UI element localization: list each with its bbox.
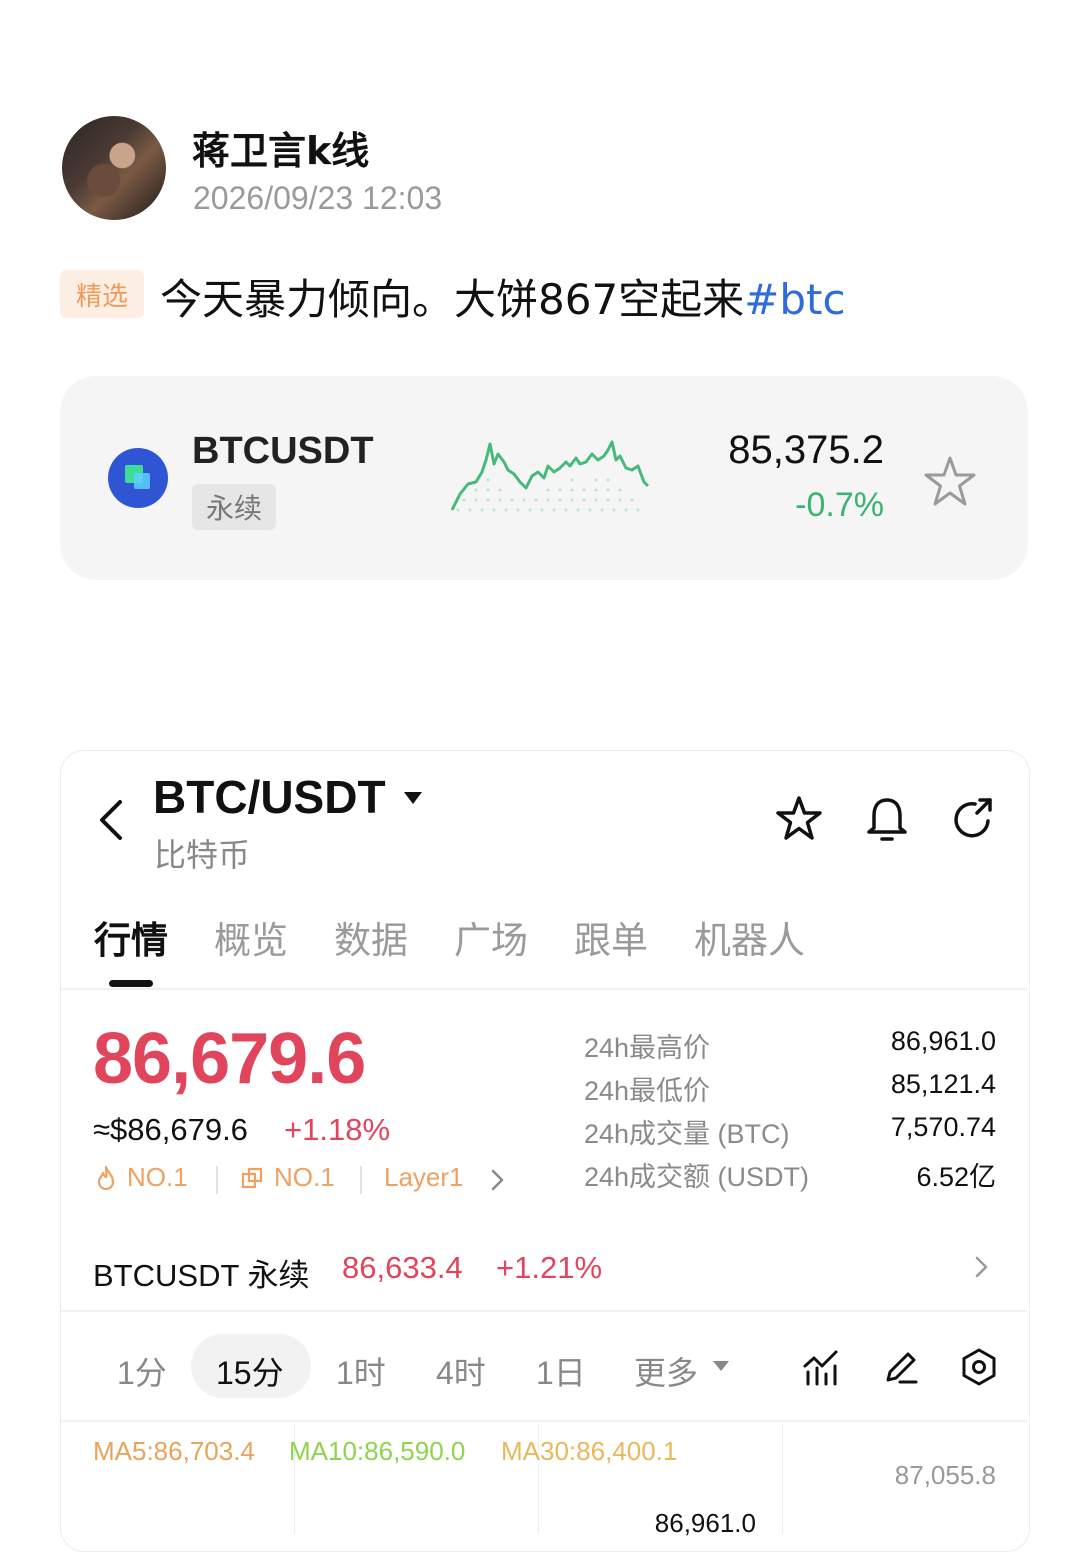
- divider: [61, 1420, 1027, 1422]
- hot-rank-label: NO.1: [127, 1162, 188, 1192]
- caret-down-icon[interactable]: [402, 790, 424, 806]
- ma30-legend: MA30:86,400.1: [501, 1436, 678, 1466]
- ticker-change: -0.7%: [795, 486, 884, 524]
- bell-icon[interactable]: [862, 794, 912, 844]
- divider: [61, 988, 1027, 990]
- post-text: 今天暴力倾向。大饼867空起来: [160, 275, 745, 324]
- ma10-legend: MA10:86,590.0: [289, 1436, 466, 1466]
- box-icon: [241, 1167, 263, 1188]
- favorite-star-icon[interactable]: [922, 454, 978, 510]
- stat-value-low: 85,121.4: [890, 1069, 996, 1099]
- post-timestamp: 2026/09/23 12:03: [193, 180, 443, 216]
- tab-data[interactable]: 数据: [334, 910, 408, 964]
- stat-label-turnover: 24h成交额 (USDT): [584, 1162, 810, 1192]
- market-cap-rank-label: NO.1: [274, 1162, 335, 1192]
- flame-icon: [97, 1165, 115, 1190]
- chart-gridline: [782, 1424, 783, 1534]
- featured-tag: 精选: [60, 270, 144, 318]
- pencil-icon[interactable]: [880, 1346, 922, 1388]
- ticker-symbol: BTCUSDT: [192, 430, 374, 472]
- chevron-right-icon[interactable]: [972, 1254, 990, 1280]
- price-change-percent: +1.18%: [284, 1112, 391, 1147]
- stat-label-low: 24h最低价: [584, 1076, 711, 1106]
- interval-more[interactable]: 更多: [634, 1348, 698, 1394]
- tab-market[interactable]: 行情: [94, 910, 168, 964]
- back-chevron-icon[interactable]: [96, 796, 130, 844]
- share-icon[interactable]: [948, 794, 998, 844]
- star-icon[interactable]: [774, 794, 824, 844]
- interval-1d[interactable]: 1日: [536, 1348, 586, 1394]
- interval-1h[interactable]: 1时: [336, 1348, 386, 1394]
- interval-1m[interactable]: 1分: [117, 1348, 167, 1394]
- perpetual-change: +1.21%: [496, 1250, 603, 1285]
- coin-icon: [108, 448, 168, 508]
- category-label: Layer1: [384, 1162, 464, 1192]
- indicator-chart-icon[interactable]: [800, 1346, 842, 1388]
- perpetual-price: 86,633.4: [342, 1250, 463, 1285]
- interval-4h[interactable]: 4时: [436, 1348, 486, 1394]
- settings-hexagon-icon[interactable]: [958, 1346, 1000, 1388]
- tab-bots[interactable]: 机器人: [694, 910, 805, 964]
- category-link[interactable]: Layer1: [384, 1162, 464, 1193]
- price-sparkline: [450, 440, 650, 512]
- stat-label-volume: 24h成交量 (BTC): [584, 1119, 790, 1149]
- ma5-legend: MA5:86,703.4: [93, 1436, 255, 1466]
- pair-title[interactable]: BTC/USDT: [153, 770, 386, 824]
- post-body: 今天暴力倾向。大饼867空起来#btc: [160, 266, 846, 327]
- tab-copy-trade[interactable]: 跟单: [574, 910, 648, 964]
- hot-rank[interactable]: NO.1: [95, 1162, 188, 1193]
- separator: [216, 1166, 218, 1194]
- separator: [360, 1166, 362, 1194]
- hashtag-link[interactable]: #btc: [744, 275, 845, 324]
- price-axis-label: 87,055.8: [894, 1460, 996, 1490]
- author-name[interactable]: 蒋卫言k线: [192, 120, 369, 175]
- active-tab-indicator: [109, 980, 153, 987]
- tab-overview[interactable]: 概览: [214, 910, 288, 964]
- market-cap-rank[interactable]: NO.1: [240, 1162, 335, 1193]
- stat-value-volume: 7,570.74: [890, 1112, 996, 1142]
- chevron-right-icon[interactable]: [488, 1168, 506, 1192]
- author-avatar[interactable]: [62, 116, 166, 220]
- tab-square[interactable]: 广场: [454, 910, 528, 964]
- perpetual-badge: 永续: [192, 484, 276, 530]
- back-chevron-icon[interactable]: [70, 0, 96, 4]
- divider: [61, 1310, 1027, 1312]
- ticker-price: 85,375.2: [728, 428, 884, 472]
- caret-down-icon[interactable]: [712, 1360, 730, 1372]
- pair-subtitle: 比特币: [154, 836, 251, 874]
- stat-value-high: 86,961.0: [890, 1026, 996, 1056]
- interval-15m[interactable]: 15分: [216, 1348, 284, 1394]
- last-price: 86,679.6: [93, 1019, 366, 1099]
- usd-equivalent: ≈$86,679.6: [93, 1112, 248, 1147]
- stat-label-high: 24h最高价: [584, 1033, 711, 1063]
- perpetual-link-label[interactable]: BTCUSDT 永续: [93, 1250, 309, 1295]
- chart-high-label: 86,961.0: [654, 1508, 756, 1538]
- stat-value-turnover: 6.52亿: [916, 1162, 996, 1192]
